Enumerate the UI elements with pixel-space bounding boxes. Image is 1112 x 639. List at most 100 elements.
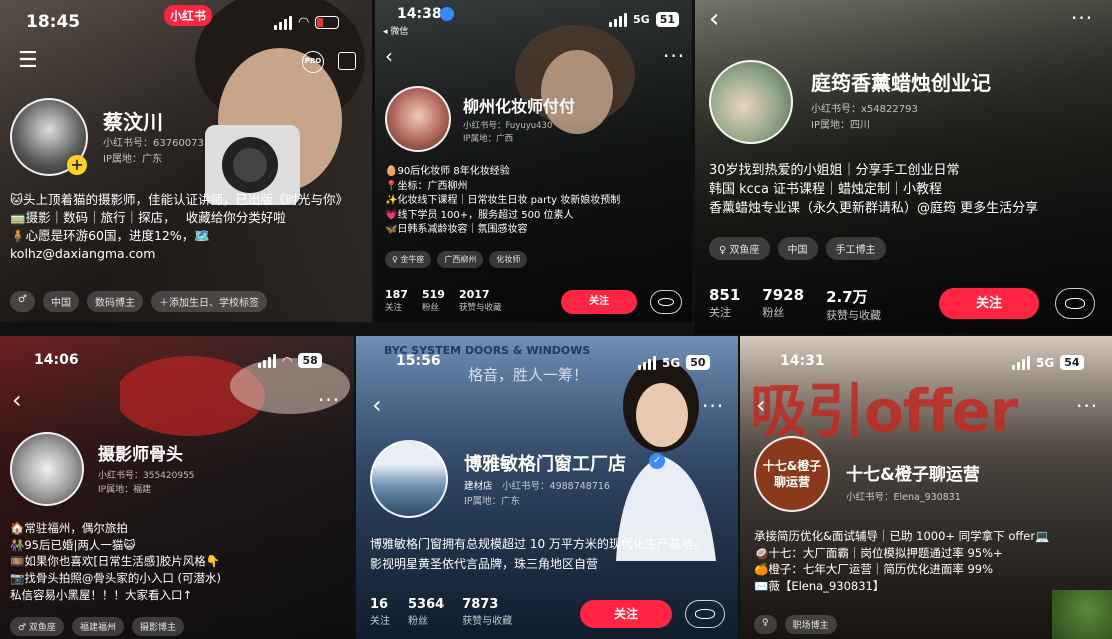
- stat-following[interactable]: 851 关注: [709, 286, 740, 323]
- signal-icon: [1012, 355, 1030, 370]
- bio-line: 私信容易小黑屋！！！大家看入口↑: [10, 587, 193, 602]
- back-icon[interactable]: ‹: [372, 393, 382, 417]
- stats-row: 851 关注 7928 粉丝 2.7万 获赞与收藏: [709, 286, 881, 323]
- profile-name: 十七&橙子聊运营: [846, 465, 980, 485]
- stat-following[interactable]: 187 关注: [385, 288, 408, 313]
- profile-panel-5: BYC SYSTEM DOORS & WINDOWS 格音，胜人一筹！ 15:5…: [356, 336, 738, 639]
- back-icon[interactable]: ‹: [756, 393, 766, 417]
- bio-line: 博雅敏格门窗拥有总规模超过 10 万平方米的现代化生产基地，影视明星黄圣依代言品…: [370, 537, 705, 572]
- profile-bio: 承接简历优化&面试辅导｜已助 1000+ 同学拿下 offer💻 🥥十七：大厂面…: [754, 528, 1104, 595]
- tag-category: 化妆师: [489, 251, 528, 268]
- avatar[interactable]: [385, 86, 451, 152]
- ip-location: IP属地：福建: [98, 484, 152, 495]
- stat-likes[interactable]: 7873 获赞与收藏: [462, 597, 512, 627]
- stat-followers[interactable]: 7928 粉丝: [762, 286, 804, 323]
- profile-bio: 🥚90后化妆师 8年化妆经验 📍坐标：广西柳州 ✨化妆线下课程｜日常妆生日妆 p…: [385, 165, 685, 238]
- tag-region: 中国: [777, 237, 818, 260]
- network-label: 5G: [1036, 355, 1055, 370]
- stat-followers[interactable]: 5364 粉丝: [408, 597, 444, 627]
- avatar[interactable]: [10, 432, 84, 506]
- signal-icon: [274, 15, 292, 30]
- message-button[interactable]: [685, 600, 725, 628]
- network-label: 5G: [662, 355, 681, 370]
- more-icon[interactable]: ···: [1076, 396, 1098, 416]
- profile-name: 庭筠香薰蜡烛创业记: [811, 71, 991, 95]
- battery-icon: 58: [298, 353, 322, 368]
- profile-id: 小红书号：4988748716: [502, 481, 610, 492]
- app-badge: 小红书: [164, 5, 213, 26]
- message-button[interactable]: [650, 290, 682, 314]
- shop-category: 建材店: [464, 481, 493, 492]
- tag-category: 摄影博主: [131, 617, 184, 636]
- stat-likes[interactable]: 2017 获赞与收藏: [459, 288, 502, 313]
- back-to-app[interactable]: ◂ 微信: [383, 24, 408, 37]
- profile-id-line: 建材店 小红书号：4988748716: [464, 480, 610, 495]
- add-avatar-icon[interactable]: +: [67, 155, 87, 175]
- profile-id: 小红书号：x54822793: [811, 104, 918, 115]
- back-icon[interactable]: ‹: [709, 6, 719, 32]
- more-icon[interactable]: ···: [1071, 8, 1093, 28]
- message-button[interactable]: [1055, 288, 1095, 319]
- profile-id: 小红书号：355420955: [98, 471, 195, 481]
- status-time: 14:06: [34, 352, 79, 368]
- back-icon[interactable]: ‹: [12, 388, 22, 412]
- bio-line: 韩国 kcca 证书课程｜蜡烛定制｜小教程: [709, 181, 943, 197]
- pro-icon[interactable]: PRO: [302, 51, 324, 73]
- bio-line: 👫95后已婚|两人一猫😺: [10, 537, 136, 552]
- bio-line: ✨化妆线下课程｜日常妆生日妆 party 妆新娘妆预制: [385, 195, 621, 206]
- avatar[interactable]: [709, 60, 793, 144]
- profile-panel-3: ‹ ··· 庭筠香薰蜡烛创业记 小红书号：x54822793 IP属地：四川 3…: [695, 0, 1112, 334]
- location-icon: [440, 7, 454, 21]
- avatar[interactable]: [370, 440, 448, 518]
- tag-zodiac: ♀ 双鱼座: [709, 237, 770, 260]
- plant-decoration: [1052, 590, 1112, 639]
- bio-line: 承接简历优化&面试辅导｜已助 1000+ 同学拿下 offer💻: [754, 529, 1050, 543]
- battery-icon: 51: [655, 12, 679, 27]
- more-icon[interactable]: ···: [702, 396, 724, 416]
- tag-gender: ♂: [10, 291, 35, 312]
- stat-followers[interactable]: 519 粉丝: [422, 288, 445, 313]
- more-icon[interactable]: ···: [663, 46, 685, 66]
- bio-line: 🏠常驻福州，偶尔旅拍: [10, 521, 128, 535]
- bio-line: 📍坐标：广西柳州: [385, 180, 468, 192]
- profile-panel-1: 18:45 小红书 ◠ ☰ PRO + 蔡汶川 小红书号：63760073 IP…: [0, 0, 372, 322]
- wifi-icon: ◠: [282, 353, 293, 368]
- avatar[interactable]: 十七&橙子 聊运营: [754, 436, 830, 512]
- tag-zodiac: ♀ 金牛座: [385, 251, 432, 268]
- follow-button[interactable]: 关注: [580, 600, 672, 628]
- follow-button[interactable]: 关注: [939, 288, 1039, 319]
- status-icons: ◠: [274, 15, 340, 30]
- stat-following[interactable]: 16 关注: [370, 597, 390, 627]
- profile-panel-2: 14:38 ◂ 微信 5G 51 ‹ ··· 柳州化妆师付付 小红书号：Fuyu…: [375, 0, 692, 322]
- bio-line: 香薰蜡烛专业课（永久更新群请私）@庭筠 更多生活分享: [709, 200, 1039, 216]
- back-icon[interactable]: ‹: [385, 46, 393, 66]
- bio-line: 📷找骨头拍照@骨头家的小入口 (可潜水): [10, 571, 221, 586]
- profile-name: 摄影师骨头: [98, 445, 183, 465]
- stat-likes[interactable]: 2.7万 获赞与收藏: [826, 286, 881, 323]
- bio-line: 🥚90后化妆师 8年化妆经验: [385, 166, 510, 177]
- stats-row: 16 关注 5364 粉丝 7873 获赞与收藏: [370, 597, 512, 627]
- add-tag-button[interactable]: ＋添加生日、学校标签: [150, 291, 267, 312]
- profile-meta: 小红书号：Fuyuyu430 IP属地：广西: [463, 120, 552, 146]
- bio-line: 🦋日韩系减龄妆容｜氛围感妆容: [385, 224, 528, 235]
- profile-meta: 建材店 小红书号：4988748716 IP属地：广东: [464, 480, 610, 509]
- share-icon[interactable]: [338, 52, 356, 70]
- tag-category: 职场博主: [784, 615, 837, 634]
- status-time: 14:31: [780, 353, 825, 369]
- profile-id: 小红书号：63760073: [103, 138, 204, 149]
- profile-name: 博雅敏格门窗工厂店: [464, 454, 626, 475]
- ip-location: IP属地：广东: [103, 153, 162, 165]
- stats-row: 187 关注 519 粉丝 2017 获赞与收藏: [385, 288, 501, 313]
- banner-slogan: 格音，胜人一筹！: [468, 366, 589, 384]
- menu-icon[interactable]: ☰: [18, 50, 38, 72]
- avatar-text: 十七&橙子 聊运营: [762, 458, 822, 489]
- tag-gender: ♀: [754, 615, 777, 634]
- profile-bio: 30岁找到热爱的小姐姐｜分享手工创业日常 韩国 kcca 证书课程｜蜡烛定制｜小…: [709, 162, 1104, 219]
- tag-row: ♀ 职场博主: [754, 615, 837, 634]
- tag-region: 福建福州: [71, 617, 124, 636]
- bio-line: 💗线下学员 100+，服务超过 500 位素人: [385, 209, 574, 221]
- network-label: 5G: [633, 13, 650, 26]
- more-icon[interactable]: ···: [318, 390, 340, 410]
- bio-line: 🍊橙子：七年大厂运营｜简历优化进面率 99%: [754, 562, 994, 577]
- follow-button[interactable]: 关注: [561, 290, 637, 314]
